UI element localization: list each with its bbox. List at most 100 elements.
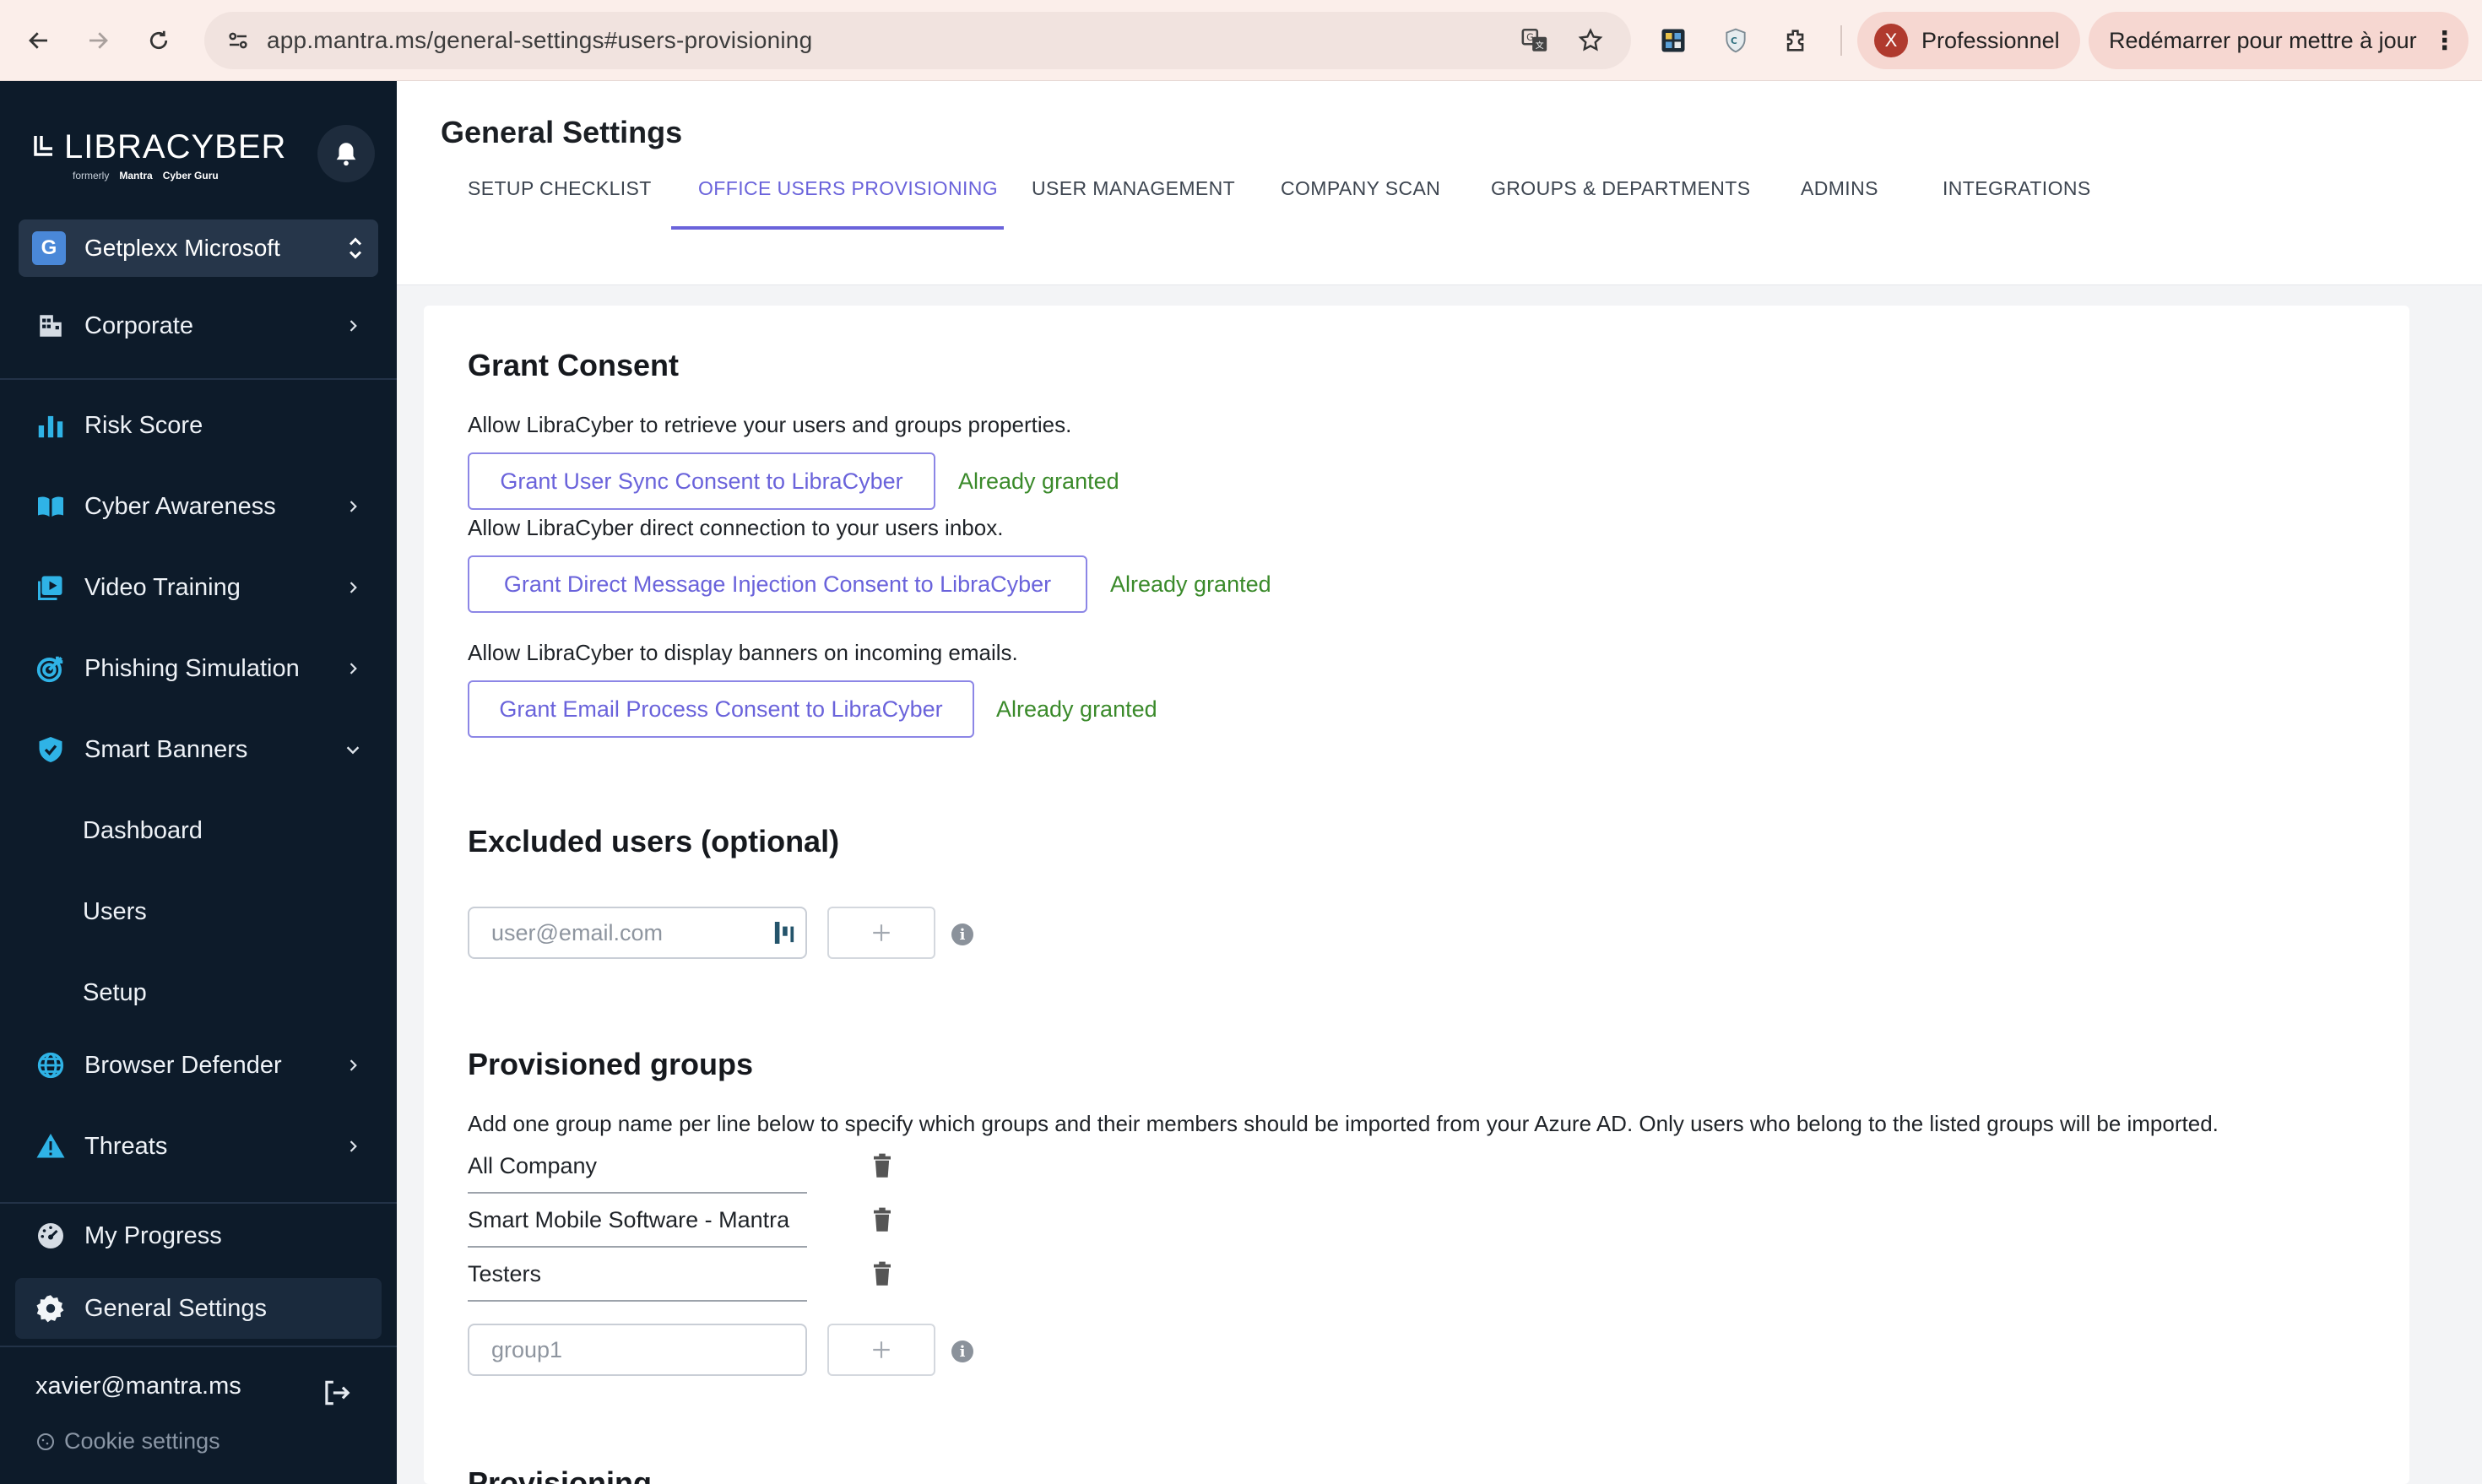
logout-button[interactable] bbox=[317, 1374, 355, 1411]
sidebar-item-label: My Progress bbox=[84, 1221, 222, 1249]
target-icon bbox=[32, 650, 69, 687]
puzzle-icon[interactable] bbox=[1778, 22, 1815, 59]
plus-icon bbox=[873, 924, 890, 941]
reload-button[interactable] bbox=[137, 19, 181, 62]
sidebar-item-label: Dashboard bbox=[83, 816, 203, 844]
sidebar-item-label: Risk Score bbox=[84, 411, 203, 439]
tab-company-scan[interactable]: COMPANY SCAN bbox=[1281, 177, 1440, 200]
sidebar-item-label: Setup bbox=[83, 978, 147, 1006]
sidebar-item-label: Cyber Awareness bbox=[84, 492, 276, 520]
chevron-right-icon bbox=[343, 1055, 363, 1075]
trash-icon[interactable] bbox=[870, 1205, 895, 1234]
status-badge: Already granted bbox=[958, 468, 1119, 494]
site-settings-icon[interactable] bbox=[221, 24, 255, 57]
input-placeholder: user@email.com bbox=[491, 919, 663, 945]
sidebar-item-general-settings[interactable]: General Settings bbox=[15, 1278, 382, 1339]
libracyber-mark-icon bbox=[34, 135, 52, 156]
tab-office-users-provisioning[interactable]: OFFICE USERS PROVISIONING bbox=[698, 177, 998, 200]
shield-icon bbox=[32, 731, 69, 768]
sidebar-item-cyber-awareness[interactable]: Cyber Awareness bbox=[15, 476, 382, 537]
user-email: xavier@mantra.ms bbox=[35, 1373, 241, 1400]
list-item: Testers bbox=[468, 1248, 807, 1302]
add-group-button[interactable] bbox=[827, 1324, 935, 1376]
back-button[interactable] bbox=[17, 19, 61, 62]
plus-icon bbox=[873, 1341, 890, 1358]
svg-text:文: 文 bbox=[1536, 40, 1544, 51]
sidebar-divider bbox=[0, 378, 397, 380]
provisioning-heading: Provisioning bbox=[468, 1465, 653, 1484]
libracyber-logo[interactable]: LIBRACYBER formerly Mantra Cyber Guru bbox=[32, 128, 286, 181]
cookie-settings-label: Cookie settings bbox=[64, 1428, 220, 1454]
toolbar-divider bbox=[1840, 25, 1842, 56]
browser-toolbar: app.mantra.ms/general-settings#users-pro… bbox=[0, 0, 2482, 81]
tab-user-management[interactable]: USER MANAGEMENT bbox=[1032, 177, 1235, 200]
sidebar: LIBRACYBER formerly Mantra Cyber Guru G … bbox=[0, 81, 397, 1484]
logo-formerly: formerly Mantra Cyber Guru bbox=[73, 170, 219, 181]
sidebar-item-setup[interactable]: Setup bbox=[15, 962, 382, 1023]
update-label: Redémarrer pour mettre à jour bbox=[2109, 27, 2417, 53]
info-icon[interactable]: i bbox=[951, 1340, 973, 1362]
sidebar-item-browser-defender[interactable]: Browser Defender bbox=[15, 1035, 382, 1096]
sidebar-divider bbox=[0, 1202, 397, 1204]
warning-icon bbox=[32, 1128, 69, 1165]
sidebar-item-video-training[interactable]: Video Training bbox=[15, 557, 382, 618]
settings-header: General Settings SETUP CHECKLIST OFFICE … bbox=[397, 81, 2482, 285]
menu-dots-icon[interactable]: ⋮ bbox=[2432, 26, 2458, 56]
shield-extension-icon[interactable]: C bbox=[1717, 22, 1754, 59]
sidebar-item-label: Smart Banners bbox=[84, 735, 248, 763]
workspace-selector[interactable]: G Getplexx Microsoft bbox=[19, 219, 378, 277]
bar-chart-icon bbox=[32, 407, 69, 444]
gauge-icon bbox=[32, 1217, 69, 1254]
sidebar-item-threats[interactable]: Threats bbox=[15, 1116, 382, 1177]
grant-user-sync-button[interactable]: Grant User Sync Consent to LibraCyber bbox=[468, 452, 935, 510]
tab-integrations[interactable]: INTEGRATIONS bbox=[1943, 177, 2091, 200]
groups-description: Add one group name per line below to spe… bbox=[468, 1111, 2219, 1136]
sidebar-item-dashboard[interactable]: Dashboard bbox=[15, 800, 382, 861]
cookie-settings-link[interactable]: Cookie settings bbox=[35, 1428, 220, 1454]
status-badge: Already granted bbox=[1110, 571, 1271, 597]
url-text: app.mantra.ms/general-settings#users-pro… bbox=[267, 27, 813, 53]
tab-admins[interactable]: ADMINS bbox=[1801, 177, 1878, 200]
add-excluded-user-button[interactable] bbox=[827, 907, 935, 959]
sidebar-item-users[interactable]: Users bbox=[15, 881, 382, 942]
book-icon bbox=[32, 488, 69, 525]
tab-setup-checklist[interactable]: SETUP CHECKLIST bbox=[468, 177, 652, 200]
globe-icon bbox=[32, 1047, 69, 1084]
group-name-input[interactable]: group1 bbox=[468, 1324, 807, 1376]
grant-email-process-button[interactable]: Grant Email Process Consent to LibraCybe… bbox=[468, 680, 974, 738]
sidebar-item-label: Video Training bbox=[84, 573, 241, 601]
provisioned-groups-heading: Provisioned groups bbox=[468, 1047, 754, 1081]
extension-icon[interactable] bbox=[1655, 22, 1692, 59]
sidebar-item-risk-score[interactable]: Risk Score bbox=[15, 395, 382, 456]
grant-message-injection-button[interactable]: Grant Direct Message Injection Consent t… bbox=[468, 555, 1087, 613]
sidebar-item-phishing-simulation[interactable]: Phishing Simulation bbox=[15, 638, 382, 699]
excluded-user-input[interactable]: user@email.com bbox=[468, 907, 807, 959]
chevron-right-icon bbox=[343, 1136, 363, 1156]
chevron-right-icon bbox=[343, 316, 363, 336]
sidebar-item-my-progress[interactable]: My Progress bbox=[15, 1205, 382, 1266]
trash-icon[interactable] bbox=[870, 1151, 895, 1180]
sidebar-item-label: Browser Defender bbox=[84, 1051, 282, 1079]
profile-button[interactable]: X Professionnel bbox=[1857, 12, 2080, 69]
sidebar-item-corporate[interactable]: Corporate bbox=[15, 295, 382, 356]
tab-groups-departments[interactable]: GROUPS & DEPARTMENTS bbox=[1491, 177, 1750, 200]
trash-icon[interactable] bbox=[870, 1259, 895, 1288]
password-manager-icon[interactable] bbox=[773, 920, 795, 945]
active-tab-indicator bbox=[671, 226, 1004, 230]
update-button[interactable]: Redémarrer pour mettre à jour ⋮ bbox=[2089, 12, 2468, 69]
bookmark-star-icon[interactable] bbox=[1574, 24, 1607, 57]
chevron-right-icon bbox=[343, 577, 363, 598]
info-icon[interactable]: i bbox=[951, 923, 973, 945]
back-arrow-icon bbox=[29, 32, 47, 49]
gear-icon bbox=[32, 1290, 69, 1327]
sidebar-item-smart-banners[interactable]: Smart Banners bbox=[15, 719, 382, 780]
forward-button[interactable] bbox=[76, 19, 120, 62]
group-name: Smart Mobile Software - Mantra bbox=[468, 1207, 790, 1232]
sidebar-item-label: Threats bbox=[84, 1132, 168, 1160]
list-item: Smart Mobile Software - Mantra bbox=[468, 1194, 807, 1248]
sidebar-divider bbox=[0, 1346, 397, 1347]
input-placeholder: group1 bbox=[491, 1336, 563, 1362]
notifications-button[interactable] bbox=[317, 125, 375, 182]
translate-icon[interactable]: G文 bbox=[1518, 24, 1552, 57]
address-bar[interactable]: app.mantra.ms/general-settings#users-pro… bbox=[204, 12, 1631, 69]
